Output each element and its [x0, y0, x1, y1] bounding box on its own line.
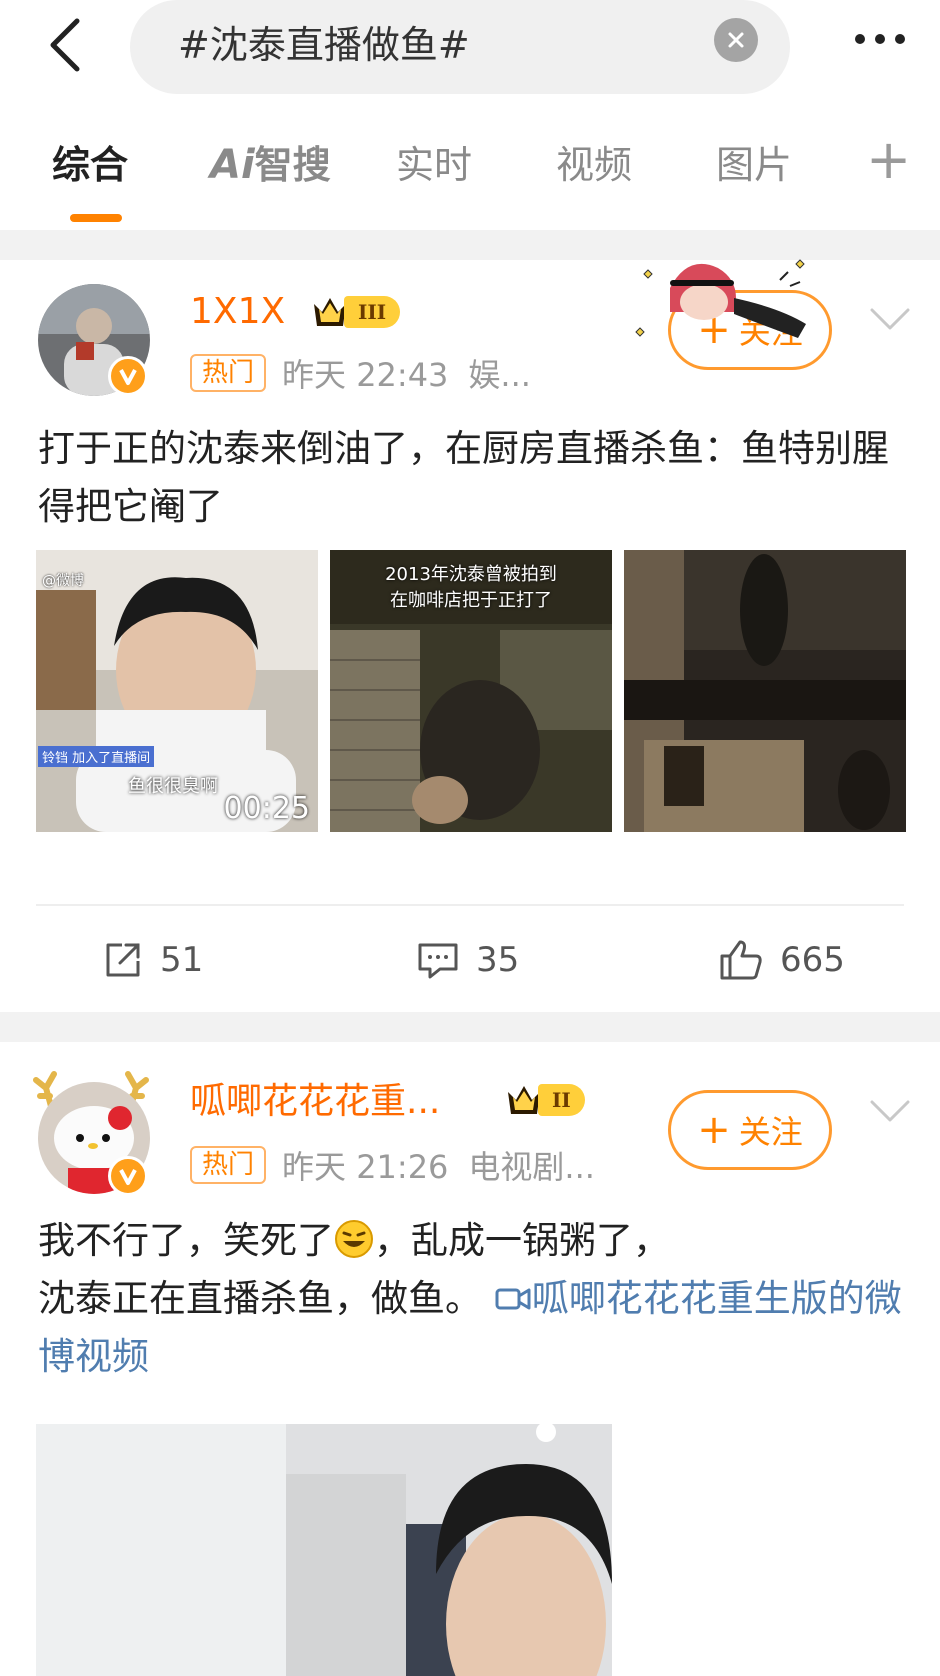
more-options-button[interactable]	[840, 22, 920, 56]
post-source: 电视剧...	[468, 1148, 595, 1186]
action-divider	[36, 904, 904, 906]
section-divider	[0, 230, 940, 260]
anime-sticker-icon	[635, 259, 806, 338]
post-source: 娱...	[468, 356, 531, 394]
live-join-tag: 铃铛 加入了直播间	[38, 746, 155, 767]
plus-icon: +	[697, 1107, 731, 1153]
post-text: 打于正的沈泰来倒油了，在厨房直播杀鱼：鱼特别腥得把它阉了	[38, 427, 889, 528]
video-thumbnail[interactable]: @微博 铃铛 加入了直播间 鱼很很臭啊 00:25	[36, 550, 318, 832]
level-text: III	[344, 296, 401, 328]
tab-images[interactable]: 图片	[716, 140, 790, 190]
like-button[interactable]: 665	[718, 920, 845, 1000]
repost-button[interactable]: 51	[102, 920, 203, 1000]
tab-comprehensive[interactable]: 综合	[52, 140, 128, 190]
chevron-down-icon[interactable]	[868, 1096, 912, 1126]
section-divider	[0, 1012, 940, 1042]
follow-button[interactable]: + 关注	[668, 1090, 832, 1170]
comment-button[interactable]: 35	[416, 920, 519, 1000]
search-tabs: 综合 Ai智搜 实时 视频 图片 +	[0, 110, 940, 230]
subtitle-caption: 鱼很很臭啊	[128, 776, 218, 797]
search-input[interactable]: #沈泰直播做鱼#	[130, 0, 790, 94]
comment-count: 35	[476, 940, 520, 980]
laughing-emoji-icon	[335, 1220, 373, 1258]
tab-realtime[interactable]: 实时	[396, 140, 472, 190]
hot-tag: 热门	[190, 354, 267, 392]
level-text: II	[538, 1084, 585, 1116]
chevron-down-icon[interactable]	[868, 304, 912, 334]
repost-count: 51	[160, 940, 204, 980]
like-count: 665	[780, 940, 845, 980]
username[interactable]: 1X1X	[190, 290, 285, 334]
video-camera-icon	[495, 1288, 531, 1310]
back-button[interactable]	[40, 10, 90, 80]
search-query: #沈泰直播做鱼#	[178, 23, 470, 67]
chevron-left-icon	[50, 18, 80, 72]
share-icon	[106, 943, 140, 977]
image-thumbnail[interactable]: 2013年沈泰曾被拍到 在咖啡店把于正打了	[330, 550, 612, 832]
tab-ai-search[interactable]: Ai智搜	[210, 140, 331, 190]
thumbs-up-icon	[720, 940, 762, 980]
photo-caption-line2: 在咖啡店把于正打了	[390, 590, 552, 611]
post-card: 呱唧花花花重... II 热门 昨天 21:26 电视剧... + 关注 我不行…	[0, 1042, 940, 1676]
verified-badge-icon	[108, 356, 148, 396]
post-meta: 热门 昨天 21:26 电视剧...	[190, 1142, 595, 1188]
top-bar: #沈泰直播做鱼#	[0, 0, 940, 100]
clear-search-button[interactable]	[714, 18, 758, 62]
post-actions: 51 35 665	[0, 920, 940, 1000]
video-frame	[36, 1424, 612, 1676]
post-meta: 热门 昨天 22:43 娱...	[190, 350, 531, 396]
username[interactable]: 呱唧花花花重...	[190, 1080, 440, 1124]
comment-icon	[418, 943, 458, 979]
video-thumbnail[interactable]	[36, 1424, 612, 1676]
post-time: 昨天 22:43	[282, 356, 449, 394]
photo-frame	[624, 550, 906, 832]
user-level-badge: II	[504, 1080, 585, 1120]
post-time: 昨天 21:26	[282, 1148, 449, 1186]
hot-tag: 热门	[190, 1146, 267, 1184]
post-text: 我不行了，笑死了 ，乱成一锅粥了， 沈泰正在直播杀鱼，做鱼。 呱唧花花花重生版的…	[38, 1219, 902, 1378]
video-duration: 00:25	[223, 791, 310, 826]
active-tab-indicator	[70, 214, 122, 222]
more-dots-icon	[855, 34, 865, 44]
verified-badge-icon	[108, 1156, 148, 1196]
ai-logo: Ai	[210, 142, 255, 188]
tab-video[interactable]: 视频	[556, 140, 632, 190]
add-tab-button[interactable]: +	[866, 130, 911, 190]
post-images: @微博 铃铛 加入了直播间 鱼很很臭啊 00:25 2013年沈泰曾被拍到 在咖…	[36, 550, 906, 832]
close-icon	[728, 32, 744, 48]
image-thumbnail[interactable]	[624, 550, 906, 832]
user-level-badge: III	[310, 292, 401, 332]
photo-caption-line1: 2013年沈泰曾被拍到	[385, 564, 557, 585]
watermark: @微博	[42, 573, 84, 589]
